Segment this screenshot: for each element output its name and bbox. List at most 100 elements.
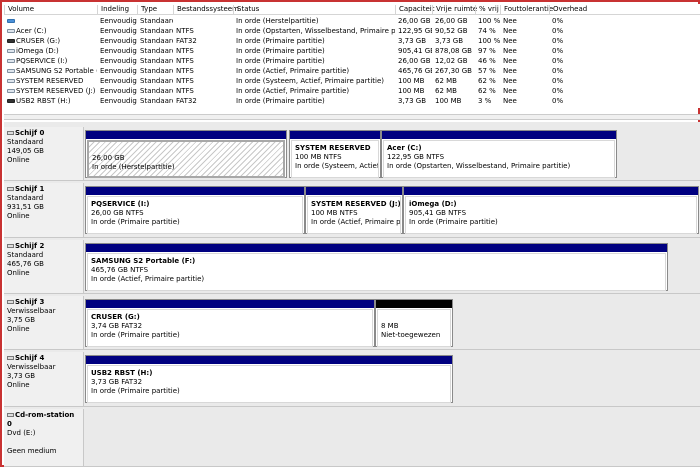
volume-row[interactable]: Eenvoudig Standaard In orde (Herstelpartit… bbox=[4, 16, 700, 26]
cell-type: Standaard bbox=[140, 57, 173, 65]
partition[interactable]: 26,00 GB In orde (Herstelpartitie) bbox=[85, 130, 287, 178]
unallocated-space[interactable]: 8 MB Niet-toegewezen bbox=[375, 299, 453, 347]
cell-layout: Eenvoudig bbox=[100, 97, 137, 105]
column-header-vrije-ruimte[interactable]: Vrije ruimte bbox=[432, 5, 477, 15]
volume-row[interactable]: iOmega (D:) Eenvoudig Standaard NTFS In orde… bbox=[4, 46, 700, 56]
volume-row[interactable]: SYSTEM RESERVED (J:) Eenvoudig Standaard NT… bbox=[4, 86, 700, 96]
disk-label[interactable]: Schijf 4 Verwisselbaar 3,73 GB Online bbox=[4, 352, 84, 406]
volume-row[interactable]: SYSTEM RESERVED Eenvoudig Standaard NTFS In … bbox=[4, 76, 700, 86]
cell-pct: 100 % bbox=[478, 17, 500, 25]
disk-icon bbox=[7, 131, 14, 135]
cell-pct: 62 % bbox=[478, 87, 496, 95]
partition-body: CRUSER (G:) 3,74 GB FAT32 In orde (Primair… bbox=[87, 309, 373, 347]
cell-cap: 905,41 GB bbox=[398, 47, 432, 55]
partition[interactable]: SYSTEM RESERVED (J:) 100 MB NTFS In orde (… bbox=[305, 186, 403, 234]
cell-oh: 0% bbox=[552, 57, 564, 65]
cell-cap: 3,73 GB bbox=[398, 37, 427, 45]
column-header-type[interactable]: Type bbox=[137, 5, 173, 15]
cell-cap: 100 MB bbox=[398, 77, 425, 85]
partition[interactable]: SAMSUNG S2 Portable (F:) 465,76 GB NTFS In… bbox=[85, 243, 668, 291]
volume-row[interactable]: USB2 RBST (H:) Eenvoudig Standaard FAT32 In … bbox=[4, 96, 700, 106]
partition-status: In orde (Actief, Primaire pa bbox=[311, 218, 401, 226]
partition[interactable]: SYSTEM RESERVED 100 MB NTFS In orde (Syste… bbox=[289, 130, 381, 178]
cell-ft: Nee bbox=[503, 77, 517, 85]
partition-body: 26,00 GB In orde (Herstelpartitie) bbox=[87, 140, 285, 178]
volume-row[interactable]: CRUSER (G:) Eenvoudig Standaard FAT32 In ord… bbox=[4, 36, 700, 46]
cell-free: 62 MB bbox=[435, 87, 457, 95]
disk-icon bbox=[7, 300, 14, 304]
cell-free: 3,73 GB bbox=[435, 37, 464, 45]
disk-type: Standaard bbox=[7, 194, 44, 202]
cell-free: 100 MB bbox=[435, 97, 462, 105]
volume-name: SYSTEM RESERVED (J:) bbox=[16, 87, 96, 95]
column-header-indeling[interactable]: Indeling bbox=[97, 5, 137, 15]
disk-state: Online bbox=[7, 156, 30, 164]
partition-status: In orde (Opstarten, Wisselbestand, Prima… bbox=[387, 162, 571, 170]
disk-label[interactable]: Schijf 1 Standaard 931,51 GB Online bbox=[4, 183, 84, 237]
cell-fs: NTFS bbox=[176, 77, 194, 85]
column-header-volume[interactable]: Volume bbox=[4, 5, 97, 15]
partition-status: In orde (Actief, Primaire partitie) bbox=[91, 275, 205, 283]
cell-cap: 122,95 GB bbox=[398, 27, 432, 35]
cdrom-icon bbox=[7, 413, 14, 417]
disk-icon bbox=[7, 356, 14, 360]
partition[interactable]: Acer (C:) 122,95 GB NTFS In orde (Opstarte… bbox=[381, 130, 617, 178]
volume-list: Volume Indeling Type Bestandssysteem Status C… bbox=[4, 4, 700, 108]
partition-title: iOmega (D:) bbox=[409, 200, 457, 208]
disk-type: Standaard bbox=[7, 138, 44, 146]
partition-size: 3,74 GB FAT32 bbox=[91, 322, 143, 330]
disk-type: Standaard bbox=[7, 251, 44, 259]
volume-icon bbox=[7, 79, 15, 83]
volume-row[interactable]: PQSERVICE (I:) Eenvoudig Standaard NTFS In o… bbox=[4, 56, 700, 66]
cell-pct: 97 % bbox=[478, 47, 496, 55]
partition[interactable]: USB2 RBST (H:) 3,73 GB FAT32 In orde (Prim… bbox=[85, 355, 453, 403]
partition[interactable]: PQSERVICE (I:) 26,00 GB NTFS In orde (Prim… bbox=[85, 186, 305, 234]
cell-status: In orde (Primaire partitie) bbox=[236, 37, 325, 45]
partition-size: 100 MB NTFS bbox=[295, 153, 342, 161]
disk-row: Schijf 3 Verwisselbaar 3,75 GB Online CRUSER… bbox=[4, 296, 700, 350]
partition[interactable]: CRUSER (G:) 3,74 GB FAT32 In orde (Primair… bbox=[85, 299, 375, 347]
cell-ft: Nee bbox=[503, 17, 517, 25]
partition-bar bbox=[86, 300, 374, 308]
partition[interactable]: iOmega (D:) 905,41 GB NTFS In orde (Primai… bbox=[403, 186, 699, 234]
column-header-status[interactable]: Status bbox=[233, 5, 395, 15]
partition-body: SYSTEM RESERVED (J:) 100 MB NTFS In orde (… bbox=[307, 196, 401, 234]
cell-free: 90,52 GB bbox=[435, 27, 468, 35]
partition-size: 8 MB bbox=[381, 322, 399, 330]
cell-cap: 26,00 GB bbox=[398, 57, 431, 65]
volume-row[interactable]: Acer (C:) Eenvoudig Standaard NTFS In orde (… bbox=[4, 26, 700, 36]
volume-name: CRUSER (G:) bbox=[16, 37, 61, 45]
disk-icon bbox=[7, 244, 14, 248]
partition-title: USB2 RBST (H:) bbox=[91, 369, 153, 377]
partition-bar bbox=[86, 244, 667, 252]
cell-volume: USB2 RBST (H:) bbox=[4, 97, 97, 105]
partition-bar bbox=[86, 356, 452, 364]
partition-bar bbox=[306, 187, 402, 195]
column-header-fouttolerantie[interactable]: Fouttolerantie bbox=[500, 5, 553, 15]
column-header-bestandssysteem[interactable]: Bestandssysteem bbox=[173, 5, 239, 15]
disk-type: Verwisselbaar bbox=[7, 307, 56, 315]
disk-label[interactable]: Cd-rom-station 0 Dvd (E:) Geen medium bbox=[4, 409, 84, 466]
partition-status: In orde (Herstelpartitie) bbox=[92, 163, 175, 171]
partition-body: USB2 RBST (H:) 3,73 GB FAT32 In orde (Prim… bbox=[87, 365, 451, 403]
column-header-capaciteit[interactable]: Capaciteit bbox=[395, 5, 434, 15]
disk-state: Online bbox=[7, 325, 30, 333]
volume-row[interactable]: SAMSUNG S2 Portable (F:)EenvoudigStandaa… bbox=[4, 66, 700, 76]
partition-bar bbox=[376, 300, 452, 308]
disk-label[interactable]: Schijf 3 Verwisselbaar 3,75 GB Online bbox=[4, 296, 84, 349]
column-header--vrij[interactable]: % vrij bbox=[475, 5, 500, 15]
disk-type: Dvd (E:) bbox=[7, 429, 36, 437]
disk-size: 931,51 GB bbox=[7, 203, 44, 211]
disk-label[interactable]: Schijf 2 Standaard 465,76 GB Online bbox=[4, 240, 84, 293]
column-header-overhead[interactable]: Overhead bbox=[549, 5, 700, 15]
disk-type: Verwisselbaar bbox=[7, 363, 56, 371]
disk-name: Schijf 3 bbox=[15, 298, 45, 306]
disk-state: Online bbox=[7, 269, 30, 277]
disk-label[interactable]: Schijf 0 Standaard 149,05 GB Online bbox=[4, 127, 84, 180]
pane-splitter[interactable] bbox=[4, 114, 700, 120]
partition-title: CRUSER (G:) bbox=[91, 313, 140, 321]
disk-management-window: Volume Indeling Type Bestandssysteem Status C… bbox=[0, 0, 700, 467]
cell-volume: SAMSUNG S2 Portable (F:) bbox=[4, 67, 97, 75]
cell-volume: SYSTEM RESERVED bbox=[4, 77, 97, 85]
partition-size: 122,95 GB NTFS bbox=[387, 153, 445, 161]
